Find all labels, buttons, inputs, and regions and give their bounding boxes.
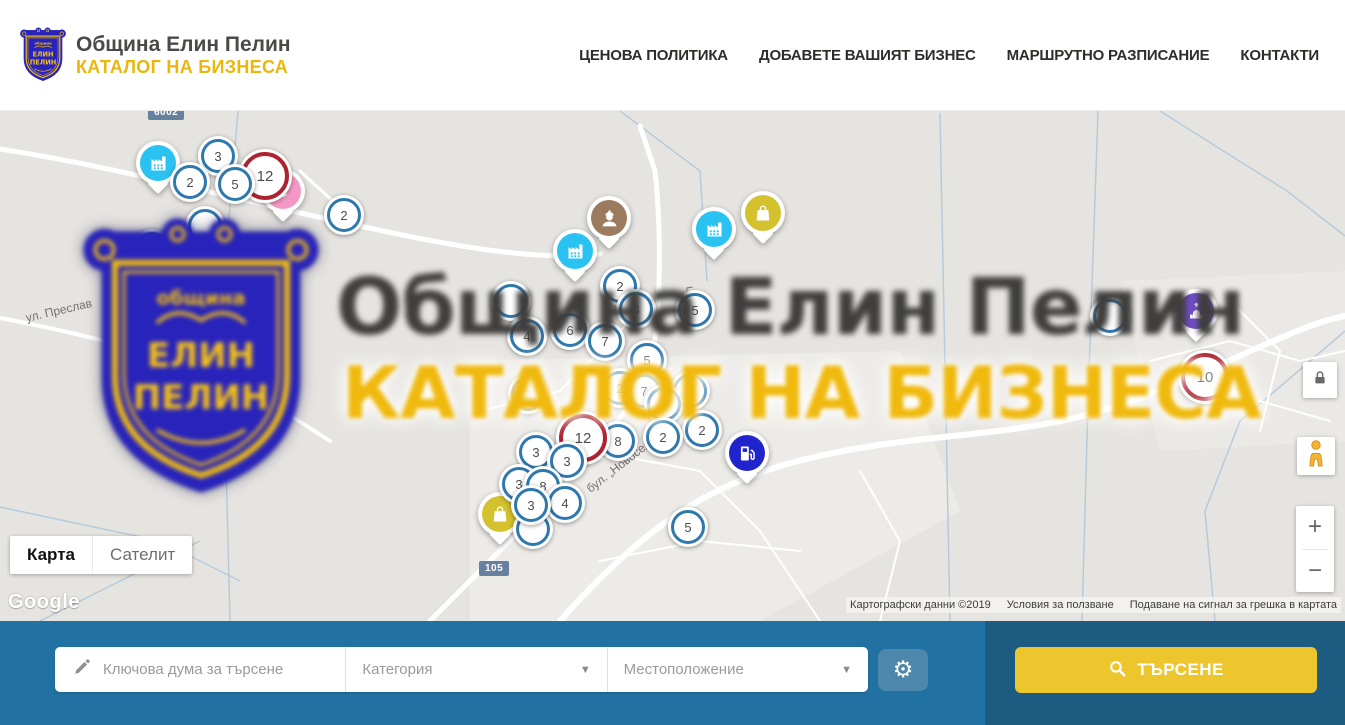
cluster-marker[interactable]: 2 (324, 195, 364, 235)
cluster-count: 10 (1181, 353, 1229, 401)
main-nav: ЦЕНОВА ПОЛИТИКА ДОБАВЕТЕ ВАШИЯТ БИЗНЕС М… (579, 47, 1319, 64)
cluster-count: 2 (646, 420, 680, 454)
cluster-marker[interactable] (1090, 296, 1130, 336)
cluster-marker[interactable]: 2 (643, 417, 683, 457)
search-bar: Категория ▼ Местоположение ▼ ⚙ ТЪРСЕНЕ (0, 621, 1345, 725)
gear-icon: ⚙ (893, 659, 914, 682)
cluster-marker[interactable]: 5 (675, 290, 715, 330)
pencil-icon (73, 658, 91, 681)
cluster-count: 2 (685, 413, 719, 447)
chevron-down-icon: ▼ (841, 664, 852, 676)
nav-item-route-schedule[interactable]: МАРШРУТНО РАЗПИСАНИЕ (1007, 47, 1210, 64)
pin-marker-worker[interactable] (587, 196, 631, 240)
factory-icon (565, 241, 586, 262)
chevron-down-icon: ▼ (580, 664, 591, 676)
pin-marker-factory[interactable] (692, 207, 736, 251)
attribution-copyright: Картографски данни ©2019 (850, 599, 991, 611)
report-map-error-link[interactable]: Подаване на сигнал за грешка в картата (1130, 599, 1337, 611)
location-dropdown[interactable]: Местоположение ▼ (608, 647, 868, 692)
cluster-marker[interactable]: 6 (550, 310, 590, 350)
cluster-marker[interactable]: 3 (616, 289, 656, 329)
lock-icon (1312, 370, 1328, 391)
header: община ЕЛИН ПЕЛИН Община Елин Пелин КАТА… (0, 0, 1345, 111)
bag-icon (490, 504, 510, 524)
svg-text:община: община (34, 40, 52, 45)
google-map[interactable]: 6002105ул. Преславбул. „Новоселци" 12325… (0, 111, 1345, 621)
brand-logo-link[interactable]: община ЕЛИН ПЕЛИН Община Елин Пелин КАТА… (20, 27, 291, 84)
cluster-marker[interactable] (185, 206, 225, 246)
map-type-satellite-button[interactable]: Сателит (92, 536, 192, 574)
pegman-icon (1306, 440, 1326, 472)
bag-icon (753, 203, 773, 223)
cluster-count: 4 (548, 486, 582, 520)
cluster-count: 5 (218, 167, 252, 201)
zoom-out-button[interactable]: − (1296, 550, 1334, 593)
brand-title: Община Елин Пелин (76, 33, 291, 57)
zoom-control: + − (1296, 506, 1334, 592)
cluster-count: 8 (647, 387, 681, 421)
search-icon (1108, 659, 1127, 681)
cluster-marker[interactable] (491, 281, 531, 321)
svg-text:ЕЛИН: ЕЛИН (32, 50, 53, 58)
cluster-marker[interactable] (132, 229, 172, 269)
category-dropdown[interactable]: Категория ▼ (346, 647, 606, 692)
cluster-count: 4 (510, 319, 544, 353)
scroll-lock-button[interactable] (1303, 362, 1337, 398)
nav-item-pricing[interactable]: ЦЕНОВА ПОЛИТИКА (579, 47, 728, 64)
cluster-count: 5 (671, 510, 705, 544)
location-dropdown-value: Местоположение (624, 661, 744, 678)
cluster-marker[interactable]: 5 (668, 507, 708, 547)
map-type-control: Карта Сателит (10, 536, 192, 574)
cluster-marker[interactable]: 3 (511, 485, 551, 525)
factory-icon (148, 153, 169, 174)
cluster-count: 7 (588, 324, 622, 358)
cluster-marker[interactable]: 4 (545, 483, 585, 523)
map-type-map-button[interactable]: Карта (10, 536, 92, 574)
map-markers-layer: 12325223564752274822812333843510 (0, 111, 1345, 621)
cluster-marker[interactable]: 4 (507, 316, 547, 356)
church-icon (1186, 301, 1207, 322)
cluster-count: 2 (173, 165, 207, 199)
nav-item-contacts[interactable]: КОНТАКТИ (1240, 47, 1319, 64)
keyword-field-wrap (55, 647, 345, 692)
search-button[interactable]: ТЪРСЕНЕ (1015, 647, 1317, 693)
cluster-count: 3 (619, 292, 653, 326)
terms-of-use-link[interactable]: Условия за ползване (1007, 599, 1114, 611)
pin-marker-church[interactable] (1174, 289, 1218, 333)
cluster-marker[interactable]: 5 (215, 164, 255, 204)
svg-text:ПЕЛИН: ПЕЛИН (30, 58, 57, 66)
advanced-search-settings-button[interactable]: ⚙ (878, 649, 928, 691)
nav-item-add-business[interactable]: ДОБАВЕТЕ ВАШИЯТ БИЗНЕС (759, 47, 976, 64)
cluster-marker[interactable]: 2 (682, 410, 722, 450)
cluster-count: 6 (553, 313, 587, 347)
category-dropdown-value: Категория (362, 661, 432, 678)
worker-icon (599, 208, 620, 229)
cluster-count (494, 284, 528, 318)
cluster-marker[interactable]: 2 (170, 162, 210, 202)
fuel-icon (737, 443, 758, 464)
pin-marker-bag[interactable] (741, 191, 785, 235)
cluster-count (135, 232, 169, 266)
cluster-marker[interactable]: 2 (508, 374, 548, 414)
municipality-crest-logo: община ЕЛИН ПЕЛИН (20, 27, 66, 84)
pin-marker-fuel[interactable] (725, 431, 769, 475)
zoom-in-button[interactable]: + (1296, 506, 1334, 549)
search-box: Категория ▼ Местоположение ▼ (55, 647, 868, 692)
search-button-label: ТЪРСЕНЕ (1137, 660, 1224, 680)
cluster-count: 2 (511, 377, 545, 411)
cluster-marker[interactable]: 7 (585, 321, 625, 361)
cluster-count: 5 (678, 293, 712, 327)
cluster-count (1093, 299, 1127, 333)
factory-icon (704, 219, 725, 240)
google-logo[interactable]: Google (8, 591, 80, 614)
brand-subtitle: КАТАЛОГ НА БИЗНЕСА (76, 57, 291, 78)
page: община ЕЛИН ПЕЛИН Община Елин Пелин КАТА… (0, 0, 1345, 725)
cluster-marker[interactable]: 10 (1178, 350, 1232, 404)
cluster-count: 3 (514, 488, 548, 522)
street-view-pegman-button[interactable] (1297, 437, 1335, 475)
cluster-count (188, 209, 222, 243)
cluster-count: 2 (327, 198, 361, 232)
map-attribution: Картографски данни ©2019 Условия за полз… (846, 597, 1341, 613)
keyword-search-input[interactable] (101, 660, 345, 679)
